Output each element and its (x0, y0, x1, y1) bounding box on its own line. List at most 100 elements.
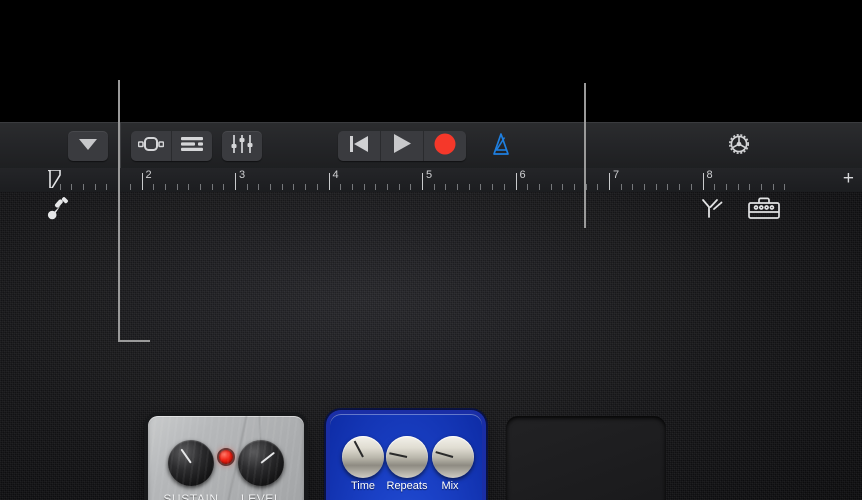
sliders-icon (231, 134, 253, 158)
ruler-bar-tick (141, 173, 143, 190)
pedal-squash-compressor[interactable]: SUSTAIN LEVEL ATTACK Fast Slow SQUASH CO… (148, 416, 304, 500)
callout-line-left (118, 80, 120, 342)
ruler-beat-tick (714, 184, 716, 190)
ruler-beat-tick (480, 184, 482, 190)
ruler-beat-tick (725, 184, 727, 190)
status-led (219, 450, 233, 464)
ruler-beat-tick (106, 184, 108, 190)
timeline-ruler[interactable]: 2 3 4 5 6 7 8 + (0, 168, 862, 192)
chevron-down-icon (79, 137, 97, 155)
knob-sustain[interactable] (168, 440, 214, 486)
pedalboard-area: SUSTAIN LEVEL ATTACK Fast Slow SQUASH CO… (0, 192, 862, 500)
ruler-bar-number: 6 (519, 169, 526, 181)
play-button[interactable] (381, 131, 424, 161)
gear-icon (726, 131, 752, 162)
ruler-bar-tick (328, 173, 330, 190)
ruler-beat-tick (632, 184, 634, 190)
knob-repeats[interactable] (386, 436, 428, 478)
add-track-button[interactable]: + (843, 169, 854, 188)
ruler-beat-tick (223, 184, 225, 190)
ruler-beat-tick (375, 184, 377, 190)
knob-level[interactable] (238, 440, 284, 486)
ruler-beat-tick (305, 184, 307, 190)
ruler-beat-tick (211, 184, 213, 190)
ruler-beat-tick (270, 184, 272, 190)
ruler-beat-tick (94, 184, 96, 190)
screen: 2 3 4 5 6 7 8 + SUSTAIN LEVEL Time Repeats Mix (0, 0, 862, 500)
pedal-case-icon[interactable] (748, 196, 780, 227)
ruler-bar-number: 8 (706, 169, 713, 181)
ruler-bar-tick (422, 173, 423, 190)
ruler-beat-tick (316, 184, 318, 190)
record-icon (434, 133, 456, 160)
ruler-bar-tick (515, 173, 517, 190)
mix-controls-button[interactable] (222, 131, 262, 161)
knob-label-sustain: SUSTAIN (163, 492, 219, 500)
ruler-beat-tick (445, 184, 447, 190)
ruler-beat-tick (386, 184, 388, 190)
ruler-beat-tick (749, 184, 751, 190)
knob-label-level: LEVEL (240, 492, 282, 500)
ruler-beat-tick (293, 184, 295, 190)
list-view-icon (181, 136, 203, 157)
ruler-beat-tick (188, 184, 190, 190)
track-view-button[interactable] (131, 131, 172, 161)
ruler-beat-tick (550, 184, 552, 190)
rewind-icon (349, 135, 369, 158)
ruler-beat-tick (433, 184, 435, 190)
ruler-bar-number: 3 (239, 169, 246, 181)
ruler-beat-tick (737, 184, 739, 190)
ruler-bar-number: 7 (613, 169, 620, 181)
ruler-beat-tick (410, 184, 412, 190)
tuning-fork-icon[interactable] (700, 197, 724, 226)
ruler-beat-tick (71, 184, 73, 190)
record-button[interactable] (424, 131, 466, 161)
callout-line-left-elbow (118, 340, 150, 342)
ruler-bar-tick (609, 173, 610, 190)
ruler-bar-number: 2 (145, 169, 152, 181)
knob-mix[interactable] (432, 436, 474, 478)
play-icon (393, 134, 411, 158)
knob-time[interactable] (342, 436, 384, 478)
settings-button[interactable] (718, 131, 760, 161)
navigation-menu-button[interactable] (68, 131, 108, 161)
ruler-beat-tick (83, 184, 85, 190)
rewind-button[interactable] (338, 131, 381, 161)
ruler-beat-tick (258, 184, 260, 190)
ruler-bar-number: 5 (426, 169, 433, 181)
ruler-beat-tick (153, 184, 155, 190)
ruler-beat-tick (644, 184, 646, 190)
ruler-beat-tick (573, 184, 575, 190)
ruler-beat-tick (176, 184, 178, 190)
ruler-beat-tick (760, 184, 762, 190)
playhead-marker[interactable] (47, 169, 62, 189)
ruler-beat-tick (772, 184, 774, 190)
ruler-bar-tick (235, 173, 236, 190)
ruler-beat-tick (503, 184, 505, 190)
guitar-cable-icon[interactable] (44, 197, 70, 228)
ruler-beat-tick (690, 184, 692, 190)
ruler-beat-tick (492, 184, 494, 190)
track-view-icon (137, 136, 165, 157)
ruler-beat-tick (340, 184, 342, 190)
ruler-bar-number: 4 (332, 169, 339, 181)
ruler-beat-tick (164, 184, 166, 190)
ruler-beat-tick (199, 184, 201, 190)
pedal-blue-echo[interactable]: Time Repeats Mix TONE CUT HI LO OFF Blue… (330, 414, 482, 500)
empty-pedal-slot[interactable] (506, 416, 666, 500)
ruler-beat-tick (527, 184, 529, 190)
metronome-button[interactable] (480, 131, 522, 161)
ruler-beat-tick (620, 184, 622, 190)
toolbar-divider (120, 123, 121, 169)
knob-label-mix: Mix (441, 480, 459, 492)
main-toolbar (0, 122, 862, 169)
mixer-list-button[interactable] (172, 131, 212, 161)
ruler-beat-tick (597, 184, 599, 190)
ruler-beat-tick (363, 184, 365, 190)
ruler-beat-tick (562, 184, 564, 190)
ruler-beat-tick (281, 184, 283, 190)
ruler-beat-tick (468, 184, 470, 190)
ruler-beat-tick (679, 184, 681, 190)
ruler-bar-tick (702, 173, 704, 190)
ruler-beat-tick (246, 184, 248, 190)
